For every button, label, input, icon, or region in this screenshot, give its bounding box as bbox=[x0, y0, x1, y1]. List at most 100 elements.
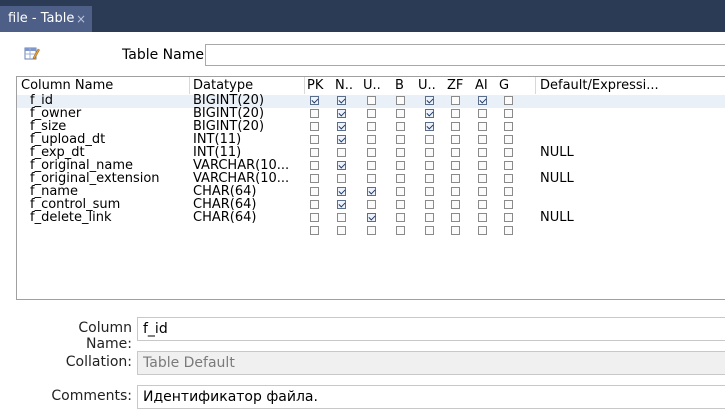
header-column-name[interactable]: Column Name bbox=[21, 79, 113, 93]
flag-checkbox[interactable] bbox=[425, 122, 434, 131]
table-row[interactable]: f_name CHAR(64) bbox=[17, 185, 725, 199]
flag-checkbox[interactable] bbox=[451, 174, 460, 183]
flag-checkbox[interactable] bbox=[337, 200, 346, 209]
flag-checkbox[interactable] bbox=[337, 174, 346, 183]
datatype-cell[interactable]: CHAR(64) bbox=[193, 211, 256, 225]
flag-checkbox[interactable] bbox=[425, 96, 434, 105]
flag-checkbox[interactable] bbox=[337, 161, 346, 170]
flag-checkbox[interactable] bbox=[451, 213, 460, 222]
flag-checkbox[interactable] bbox=[396, 213, 405, 222]
flag-checkbox[interactable] bbox=[478, 200, 487, 209]
flag-checkbox[interactable] bbox=[337, 135, 346, 144]
flag-checkbox[interactable] bbox=[337, 109, 346, 118]
header-g[interactable]: G bbox=[499, 79, 509, 93]
flag-checkbox[interactable] bbox=[310, 122, 319, 131]
flag-checkbox[interactable] bbox=[504, 135, 513, 144]
flag-checkbox[interactable] bbox=[425, 213, 434, 222]
flag-checkbox[interactable] bbox=[310, 200, 319, 209]
header-default[interactable]: Default/Expressi... bbox=[540, 79, 659, 93]
flag-checkbox[interactable] bbox=[504, 174, 513, 183]
flag-checkbox[interactable] bbox=[337, 96, 346, 105]
flag-checkbox[interactable] bbox=[425, 135, 434, 144]
flag-checkbox[interactable] bbox=[310, 174, 319, 183]
flag-checkbox[interactable] bbox=[425, 148, 434, 157]
flag-checkbox[interactable] bbox=[451, 226, 460, 235]
header-uq[interactable]: U.. bbox=[363, 79, 381, 93]
header-pk[interactable]: PK bbox=[307, 79, 323, 93]
flag-checkbox[interactable] bbox=[451, 161, 460, 170]
flag-checkbox[interactable] bbox=[337, 187, 346, 196]
flag-checkbox[interactable] bbox=[396, 96, 405, 105]
tab-file-table[interactable]: file - Table × bbox=[0, 6, 92, 32]
flag-checkbox[interactable] bbox=[425, 200, 434, 209]
flag-checkbox[interactable] bbox=[425, 161, 434, 170]
default-cell[interactable]: NULL bbox=[540, 146, 574, 160]
flag-checkbox[interactable] bbox=[337, 148, 346, 157]
flag-checkbox[interactable] bbox=[451, 200, 460, 209]
column-name-cell[interactable]: f_delete_link bbox=[30, 211, 112, 225]
flag-checkbox[interactable] bbox=[478, 187, 487, 196]
table-row[interactable]: f_control_sum CHAR(64) bbox=[17, 198, 725, 212]
flag-checkbox[interactable] bbox=[310, 226, 319, 235]
flag-checkbox[interactable] bbox=[367, 122, 376, 131]
flag-checkbox[interactable] bbox=[504, 226, 513, 235]
flag-checkbox[interactable] bbox=[367, 161, 376, 170]
table-row[interactable]: f_size BIGINT(20) bbox=[17, 120, 725, 134]
flag-checkbox[interactable] bbox=[310, 161, 319, 170]
table-row[interactable]: f_delete_link CHAR(64) NULL bbox=[17, 211, 725, 225]
header-b[interactable]: B bbox=[395, 79, 404, 93]
flag-checkbox[interactable] bbox=[504, 109, 513, 118]
columns-grid[interactable]: Column Name Datatype PK N.. U.. B U.. ZF… bbox=[16, 76, 725, 300]
flag-checkbox[interactable] bbox=[425, 109, 434, 118]
header-un[interactable]: U.. bbox=[418, 79, 436, 93]
flag-checkbox[interactable] bbox=[478, 135, 487, 144]
header-zf[interactable]: ZF bbox=[447, 79, 463, 93]
flag-checkbox[interactable] bbox=[396, 187, 405, 196]
flag-checkbox[interactable] bbox=[478, 161, 487, 170]
flag-checkbox[interactable] bbox=[367, 174, 376, 183]
flag-checkbox[interactable] bbox=[478, 174, 487, 183]
flag-checkbox[interactable] bbox=[504, 161, 513, 170]
flag-checkbox[interactable] bbox=[504, 187, 513, 196]
collation-field[interactable]: Table Default bbox=[137, 351, 725, 375]
flag-checkbox[interactable] bbox=[367, 135, 376, 144]
flag-checkbox[interactable] bbox=[425, 226, 434, 235]
flag-checkbox[interactable] bbox=[396, 135, 405, 144]
flag-checkbox[interactable] bbox=[478, 109, 487, 118]
flag-checkbox[interactable] bbox=[367, 226, 376, 235]
close-icon[interactable]: × bbox=[76, 6, 86, 32]
table-row[interactable]: f_owner BIGINT(20) bbox=[17, 107, 725, 121]
column-name-field[interactable]: f_id bbox=[137, 317, 725, 341]
flag-checkbox[interactable] bbox=[396, 226, 405, 235]
flag-checkbox[interactable] bbox=[367, 96, 376, 105]
flag-checkbox[interactable] bbox=[396, 122, 405, 131]
flag-checkbox[interactable] bbox=[396, 148, 405, 157]
flag-checkbox[interactable] bbox=[504, 148, 513, 157]
flag-checkbox[interactable] bbox=[396, 200, 405, 209]
header-nn[interactable]: N.. bbox=[335, 79, 353, 93]
flag-checkbox[interactable] bbox=[367, 213, 376, 222]
header-datatype[interactable]: Datatype bbox=[193, 79, 253, 93]
flag-checkbox[interactable] bbox=[367, 187, 376, 196]
flag-checkbox[interactable] bbox=[451, 109, 460, 118]
table-name-input[interactable] bbox=[205, 44, 725, 66]
flag-checkbox[interactable] bbox=[425, 187, 434, 196]
flag-checkbox[interactable] bbox=[451, 96, 460, 105]
flag-checkbox[interactable] bbox=[478, 96, 487, 105]
flag-checkbox[interactable] bbox=[337, 226, 346, 235]
default-cell[interactable]: NULL bbox=[540, 172, 574, 186]
flag-checkbox[interactable] bbox=[451, 187, 460, 196]
flag-checkbox[interactable] bbox=[478, 213, 487, 222]
flag-checkbox[interactable] bbox=[451, 122, 460, 131]
flag-checkbox[interactable] bbox=[310, 109, 319, 118]
default-cell[interactable]: NULL bbox=[540, 211, 574, 225]
flag-checkbox[interactable] bbox=[310, 213, 319, 222]
table-row[interactable]: f_upload_dt INT(11) bbox=[17, 133, 725, 147]
table-row[interactable]: f_id BIGINT(20) bbox=[17, 94, 725, 108]
flag-checkbox[interactable] bbox=[478, 226, 487, 235]
flag-checkbox[interactable] bbox=[451, 148, 460, 157]
flag-checkbox[interactable] bbox=[337, 122, 346, 131]
header-ai[interactable]: AI bbox=[475, 79, 488, 93]
flag-checkbox[interactable] bbox=[504, 122, 513, 131]
comments-field[interactable]: Идентификатор файла. bbox=[137, 385, 725, 409]
